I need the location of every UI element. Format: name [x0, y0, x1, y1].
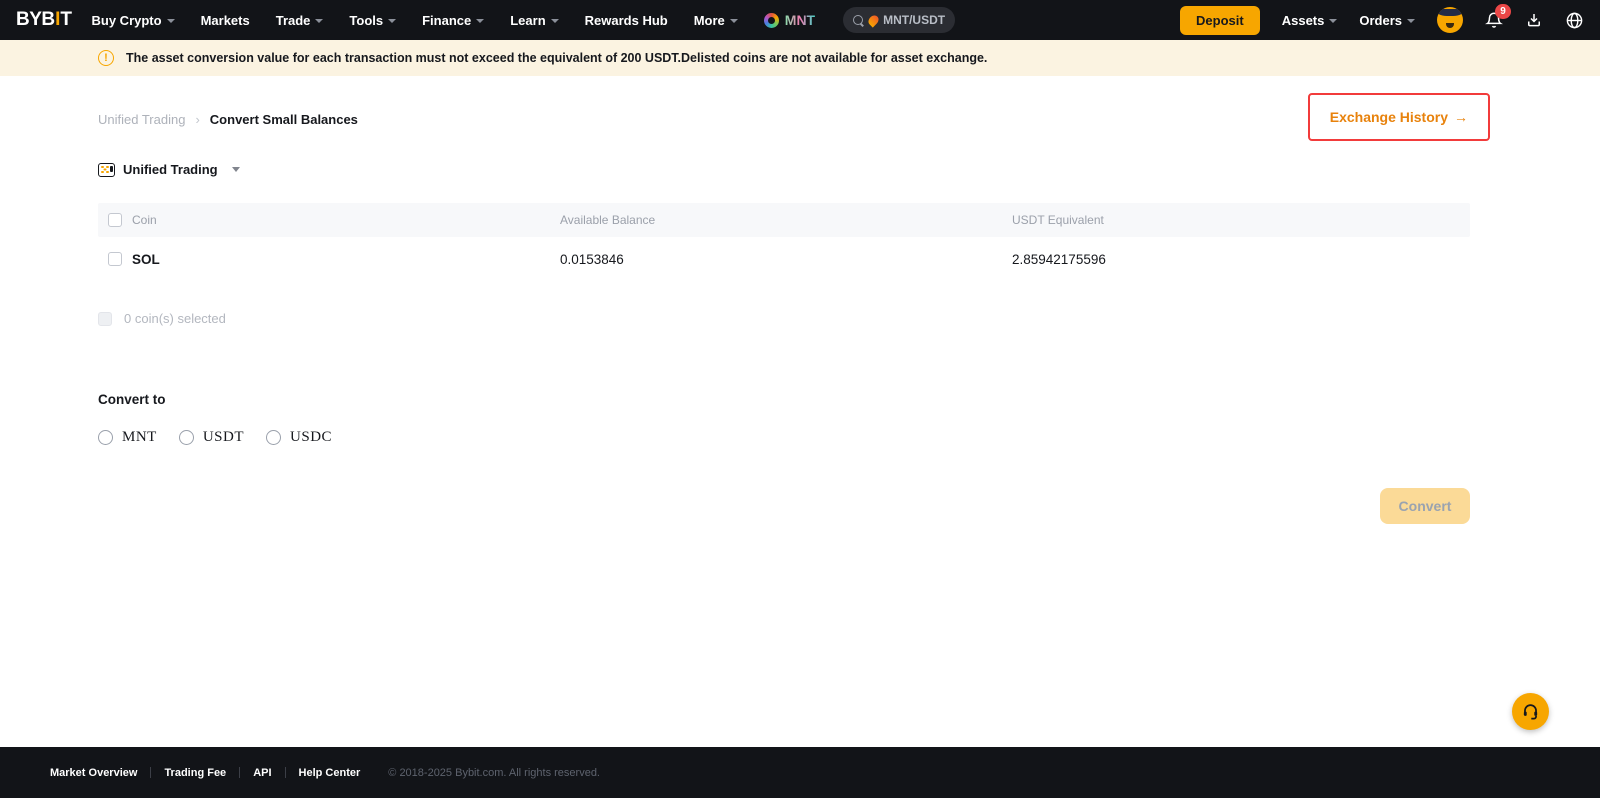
nav-orders[interactable]: Orders — [1359, 13, 1415, 28]
flame-icon — [867, 13, 881, 27]
account-selector-label: Unified Trading — [123, 162, 218, 177]
footer-link-market-overview[interactable]: Market Overview — [50, 767, 137, 779]
notification-badge: 9 — [1495, 4, 1511, 19]
chevron-down-icon — [388, 19, 396, 23]
breadcrumb-unified-trading[interactable]: Unified Trading — [98, 112, 185, 127]
download-icon — [1525, 11, 1543, 29]
footer-link-help-center[interactable]: Help Center — [299, 767, 361, 779]
radio-icon — [179, 430, 194, 445]
warning-icon: ! — [98, 50, 114, 66]
globe-icon — [1565, 11, 1584, 30]
selection-checkbox-disabled — [98, 312, 112, 326]
page-title: Convert Small Balances — [210, 112, 358, 127]
search-placeholder-text: MNT/USDT — [883, 13, 945, 27]
logo-text: BYB — [16, 9, 55, 31]
bybit-logo[interactable]: BYBIT — [16, 9, 72, 31]
convert-to-section: Convert to MNT USDT USDC — [98, 392, 1470, 446]
unified-trading-icon — [98, 163, 115, 177]
row-checkbox-sol[interactable] — [108, 252, 122, 266]
divider — [239, 767, 240, 778]
download-app-button[interactable] — [1525, 11, 1543, 29]
chevron-down-icon — [476, 19, 484, 23]
table-header-row: Coin Available Balance USDT Equivalent — [98, 203, 1470, 237]
chevron-down-icon — [315, 19, 323, 23]
nav-buy-crypto[interactable]: Buy Crypto — [92, 13, 175, 28]
warning-text: The asset conversion value for each tran… — [126, 51, 987, 65]
nav-markets[interactable]: Markets — [201, 13, 250, 28]
breadcrumb: Unified Trading › Convert Small Balances — [98, 112, 358, 127]
topbar-right-controls: Deposit Assets Orders 9 — [1180, 6, 1584, 35]
exchange-history-link[interactable]: Exchange History → — [1330, 109, 1468, 125]
chevron-down-icon — [1407, 19, 1415, 23]
radio-option-usdt[interactable]: USDT — [179, 429, 244, 446]
available-balance-value: 0.0153846 — [560, 252, 624, 267]
selection-summary: 0 coin(s) selected — [98, 311, 1470, 326]
convert-button[interactable]: Convert — [1380, 488, 1470, 524]
nav-trade[interactable]: Trade — [276, 13, 324, 28]
table-row: SOL 0.0153846 2.85942175596 — [98, 237, 1470, 281]
notifications-button[interactable]: 9 — [1485, 11, 1503, 29]
account-selector[interactable]: Unified Trading — [98, 162, 1470, 177]
radio-option-mnt[interactable]: MNT — [98, 429, 157, 446]
column-header-coin: Coin — [132, 213, 157, 227]
user-avatar[interactable] — [1437, 7, 1463, 33]
deposit-button[interactable]: Deposit — [1180, 6, 1260, 35]
language-globe-button[interactable] — [1565, 11, 1584, 30]
logo-accent: I — [55, 9, 60, 31]
arrow-right-icon: → — [1454, 109, 1468, 125]
logo-text-suffix: T — [60, 9, 71, 31]
balances-table: Coin Available Balance USDT Equivalent S… — [98, 203, 1470, 281]
usdt-equivalent-value: 2.85942175596 — [1012, 252, 1106, 267]
divider — [285, 767, 286, 778]
footer-link-api[interactable]: API — [253, 767, 271, 779]
breadcrumb-separator-icon: › — [195, 112, 199, 127]
caret-down-icon — [232, 167, 240, 172]
main-content: Unified Trading › Convert Small Balances… — [0, 76, 1600, 747]
headset-icon — [1521, 702, 1540, 721]
nav-finance[interactable]: Finance — [422, 13, 484, 28]
coin-name: SOL — [132, 252, 160, 267]
nav-rewards-hub[interactable]: Rewards Hub — [585, 13, 668, 28]
breadcrumb-row: Unified Trading › Convert Small Balances… — [98, 76, 1470, 138]
column-header-available-balance: Available Balance — [560, 213, 655, 227]
selection-count-text: 0 coin(s) selected — [124, 311, 226, 326]
copyright-text: © 2018-2025 Bybit.com. All rights reserv… — [388, 767, 600, 779]
select-all-checkbox[interactable] — [108, 213, 122, 227]
radio-icon — [98, 430, 113, 445]
support-chat-button[interactable] — [1512, 693, 1549, 730]
page: BYBIT Buy Crypto Markets Trade Tools Fin… — [0, 0, 1600, 798]
mnt-token-icon — [764, 13, 779, 28]
nav-tools[interactable]: Tools — [349, 13, 396, 28]
search-icon — [853, 15, 864, 26]
chevron-down-icon — [1329, 19, 1337, 23]
red-highlight-annotation: Exchange History → — [1308, 93, 1490, 141]
main-nav: Buy Crypto Markets Trade Tools Finance L… — [92, 13, 738, 28]
convert-to-label: Convert to — [98, 392, 1470, 407]
footer: Market Overview Trading Fee API Help Cen… — [0, 747, 1600, 798]
divider — [150, 767, 151, 778]
search-input[interactable]: MNT/USDT — [843, 7, 955, 33]
column-header-usdt-equivalent: USDT Equivalent — [1012, 213, 1104, 227]
top-navigation-bar: BYBIT Buy Crypto Markets Trade Tools Fin… — [0, 0, 1600, 40]
mnt-token-ticker[interactable]: MNT — [764, 12, 815, 28]
radio-option-usdc[interactable]: USDC — [266, 429, 332, 446]
radio-icon — [266, 430, 281, 445]
chevron-down-icon — [730, 19, 738, 23]
warning-banner: ! The asset conversion value for each tr… — [0, 40, 1600, 76]
convert-to-options: MNT USDT USDC — [98, 429, 1470, 446]
chevron-down-icon — [551, 19, 559, 23]
nav-assets[interactable]: Assets — [1282, 13, 1338, 28]
mnt-token-label: MNT — [785, 12, 815, 28]
nav-more[interactable]: More — [694, 13, 738, 28]
footer-links: Market Overview Trading Fee API Help Cen… — [50, 767, 360, 779]
chevron-down-icon — [167, 19, 175, 23]
nav-learn[interactable]: Learn — [510, 13, 558, 28]
footer-link-trading-fee[interactable]: Trading Fee — [164, 767, 226, 779]
